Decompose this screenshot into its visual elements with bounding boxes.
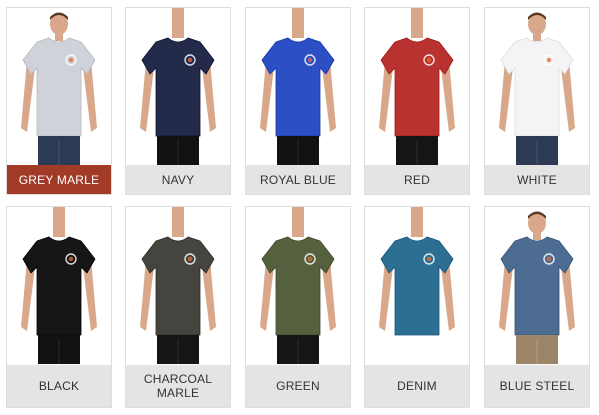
swatch-black[interactable]: BLACK xyxy=(6,206,112,408)
product-photo xyxy=(365,207,469,364)
product-photo xyxy=(7,8,111,165)
tshirt-model-image xyxy=(260,207,336,364)
swatch-royal-blue[interactable]: ROYAL BLUE xyxy=(245,7,351,195)
swatch-denim[interactable]: DENIM xyxy=(364,206,470,408)
swatch-label: CHARCOAL MARLE xyxy=(126,365,230,407)
product-photo xyxy=(365,8,469,165)
tshirt-model-image xyxy=(21,12,97,165)
swatch-label: RED xyxy=(365,165,469,194)
swatch-label: WHITE xyxy=(485,165,589,194)
product-photo xyxy=(485,207,589,364)
swatch-label: DENIM xyxy=(365,365,469,407)
swatch-blue-steel[interactable]: BLUE STEEL xyxy=(484,206,590,408)
product-photo xyxy=(7,207,111,364)
product-photo xyxy=(485,8,589,165)
product-photo xyxy=(126,207,230,364)
swatch-label: GREY MARLE xyxy=(7,165,111,194)
tshirt-model-image xyxy=(379,8,455,165)
tshirt-model-image xyxy=(379,207,455,336)
tshirt-model-image xyxy=(499,12,575,165)
tshirt-model-image xyxy=(140,207,216,364)
swatch-label: BLUE STEEL xyxy=(485,365,589,407)
swatch-navy[interactable]: NAVY xyxy=(125,7,231,195)
product-photo xyxy=(246,8,350,165)
swatch-label: BLACK xyxy=(7,365,111,407)
product-photo xyxy=(126,8,230,165)
color-swatch-grid: GREY MARLE NAVY ROYAL BLUE RED WHITE BLA… xyxy=(0,0,599,415)
tshirt-model-image xyxy=(260,8,336,165)
product-photo xyxy=(246,207,350,364)
swatch-label: NAVY xyxy=(126,165,230,194)
swatch-white[interactable]: WHITE xyxy=(484,7,590,195)
tshirt-model-image xyxy=(21,207,97,364)
swatch-charcoal-marle[interactable]: CHARCOAL MARLE xyxy=(125,206,231,408)
swatch-label: GREEN xyxy=(246,365,350,407)
tshirt-model-image xyxy=(140,8,216,165)
swatch-label: ROYAL BLUE xyxy=(246,165,350,194)
swatch-green[interactable]: GREEN xyxy=(245,206,351,408)
swatch-red[interactable]: RED xyxy=(364,7,470,195)
tshirt-model-image xyxy=(499,211,575,364)
swatch-grey-marle[interactable]: GREY MARLE xyxy=(6,7,112,195)
